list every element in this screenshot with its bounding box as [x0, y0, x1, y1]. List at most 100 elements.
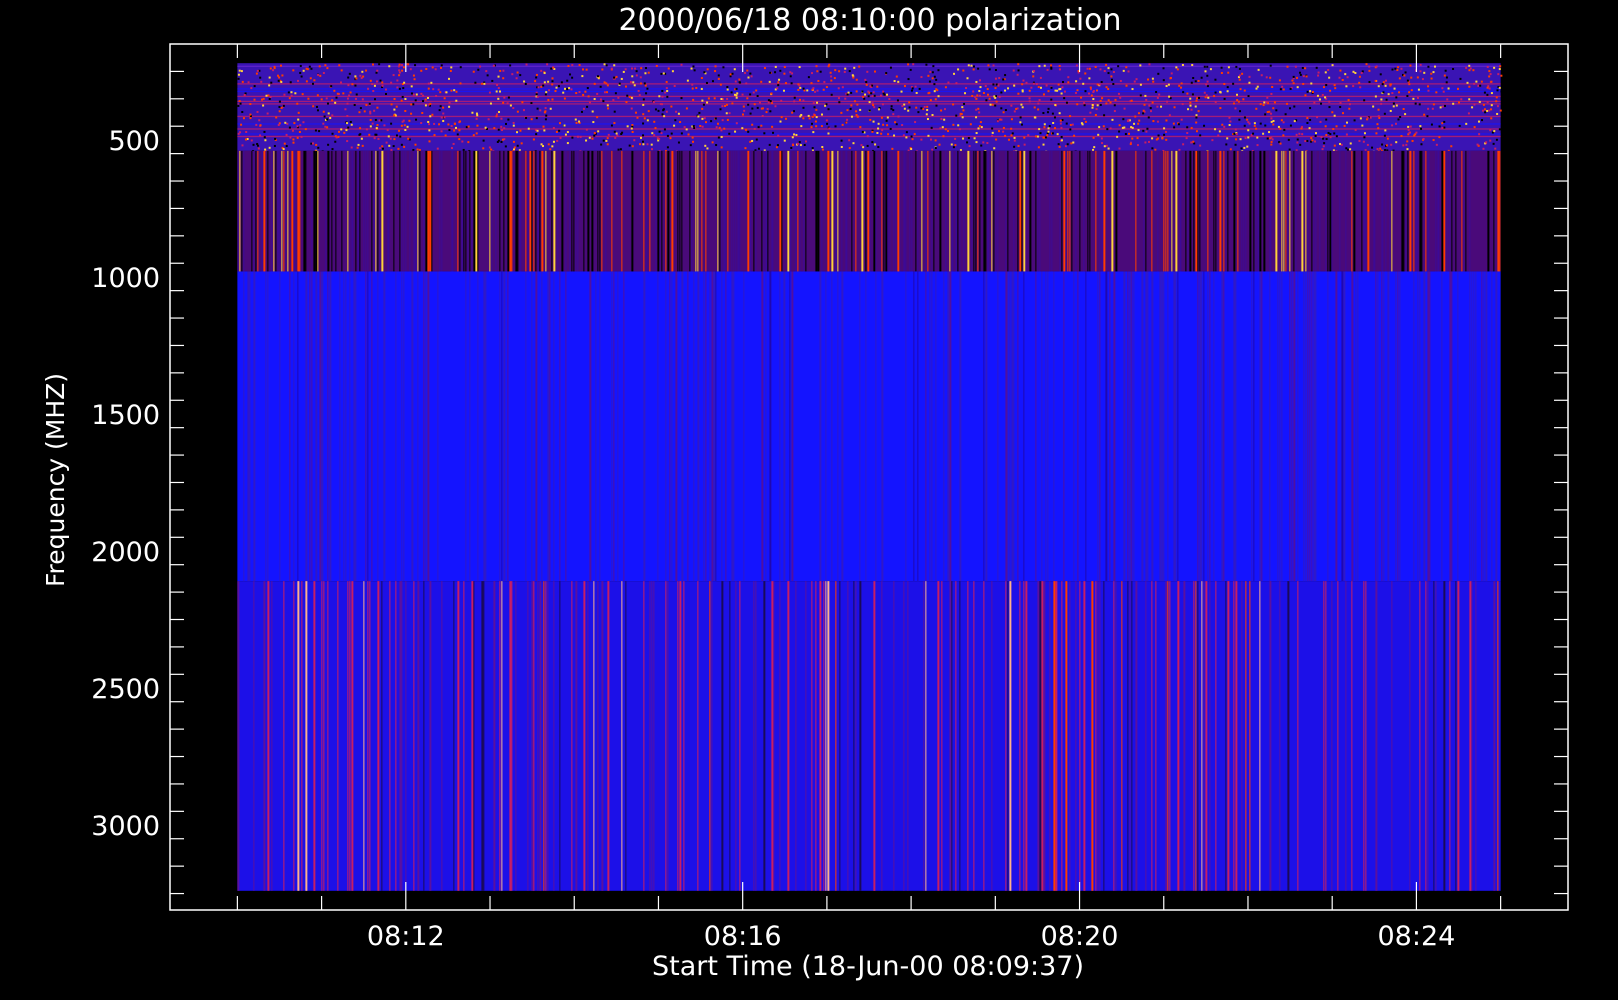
heatmap-speck — [607, 107, 610, 110]
heatmap-speck — [1195, 130, 1198, 133]
heatmap-streak — [293, 271, 295, 582]
heatmap-streak — [533, 150, 535, 272]
heatmap-speck — [288, 126, 291, 129]
heatmap-speck — [1000, 91, 1003, 94]
heatmap-speck — [282, 104, 285, 107]
heatmap-speck — [440, 66, 443, 69]
heatmap-speck — [396, 79, 399, 82]
heatmap-speck — [388, 65, 391, 68]
heatmap-speck — [1070, 142, 1073, 145]
heatmap-streak — [779, 581, 781, 891]
heatmap-streak — [1099, 150, 1101, 272]
heatmap-speck — [1064, 145, 1067, 148]
heatmap-streak — [967, 150, 970, 272]
heatmap-speck — [1345, 85, 1348, 88]
heatmap-speck — [1469, 67, 1472, 70]
heatmap-speck — [1282, 88, 1285, 91]
heatmap-speck — [691, 87, 694, 90]
heatmap-streak — [671, 271, 673, 582]
heatmap-speck — [1345, 121, 1348, 124]
heatmap-speck — [1269, 64, 1272, 67]
heatmap-speck — [729, 73, 732, 76]
heatmap-speck — [311, 82, 314, 85]
heatmap-speck — [1190, 108, 1193, 111]
heatmap-speck — [1059, 122, 1062, 125]
heatmap-speck — [268, 97, 271, 100]
heatmap-speck — [475, 112, 478, 115]
heatmap-speck — [630, 107, 633, 110]
heatmap-speck — [862, 95, 865, 98]
heatmap-speck — [1019, 116, 1022, 119]
heatmap-streak — [469, 150, 471, 272]
heatmap-streak — [721, 271, 723, 582]
heatmap-streak — [1135, 581, 1138, 891]
heatmap-streak — [1471, 581, 1473, 891]
heatmap-speck — [1280, 119, 1283, 122]
heatmap-speck — [396, 86, 399, 89]
heatmap-speck — [425, 68, 428, 71]
heatmap-streak — [605, 150, 607, 272]
heatmap-speck — [1046, 134, 1049, 137]
heatmap-speck — [488, 146, 491, 149]
heatmap-speck — [262, 104, 265, 107]
heatmap-streak — [1207, 150, 1209, 272]
heatmap-streak — [1275, 150, 1278, 272]
heatmap-speck — [1123, 126, 1126, 129]
heatmap-streak — [1261, 271, 1263, 582]
heatmap-speck — [1043, 126, 1046, 129]
heatmap-speck — [869, 118, 872, 121]
heatmap-speck — [821, 148, 824, 151]
heatmap-speck — [1042, 136, 1045, 139]
heatmap-speck — [1203, 124, 1206, 127]
heatmap-speck — [348, 94, 351, 97]
heatmap-streak — [701, 150, 703, 272]
heatmap-streak — [389, 581, 391, 891]
heatmap-streak — [1225, 581, 1227, 891]
heatmap-streak — [885, 150, 888, 272]
heatmap-streak — [1469, 271, 1471, 582]
heatmap-speck — [427, 96, 430, 99]
heatmap-row — [237, 115, 1501, 118]
heatmap-speck — [1156, 96, 1159, 99]
heatmap-speck — [970, 64, 973, 67]
heatmap-streak — [859, 271, 861, 582]
heatmap-speck — [1223, 83, 1226, 86]
heatmap-speck — [375, 127, 378, 130]
heatmap-streak — [1035, 271, 1037, 582]
heatmap-streak — [765, 150, 768, 272]
heatmap-speck — [334, 101, 337, 104]
heatmap-streak — [1019, 581, 1021, 891]
heatmap-speck — [256, 110, 259, 113]
heatmap-speck — [1030, 86, 1033, 89]
heatmap-speck — [1137, 122, 1140, 125]
heatmap-speck — [1165, 85, 1168, 88]
heatmap-speck — [872, 104, 875, 107]
heatmap-speck — [255, 72, 258, 75]
heatmap-speck — [285, 145, 288, 148]
heatmap-streak — [339, 271, 341, 582]
heatmap-streak — [331, 150, 333, 272]
heatmap-speck — [640, 136, 643, 139]
heatmap-streak — [749, 150, 752, 272]
heatmap-streak — [1069, 150, 1071, 272]
heatmap-streak — [1331, 581, 1333, 891]
heatmap-speck — [342, 92, 345, 95]
heatmap-speck — [299, 124, 302, 127]
heatmap-speck — [360, 137, 363, 140]
heatmap-speck — [1293, 120, 1296, 123]
heatmap-speck — [789, 71, 792, 74]
heatmap-speck — [779, 120, 782, 123]
heatmap-speck — [431, 113, 434, 116]
heatmap-speck — [392, 74, 395, 77]
heatmap-speck — [1389, 109, 1392, 112]
heatmap-speck — [408, 119, 411, 122]
heatmap-speck — [1443, 74, 1446, 77]
heatmap-speck — [881, 129, 884, 132]
heatmap-streak — [1017, 271, 1019, 582]
heatmap-speck — [873, 70, 876, 73]
heatmap-streak — [1113, 271, 1116, 582]
heatmap-streak — [465, 150, 467, 272]
heatmap-streak — [565, 150, 567, 272]
heatmap-speck — [298, 130, 301, 133]
heatmap-speck — [653, 120, 656, 123]
